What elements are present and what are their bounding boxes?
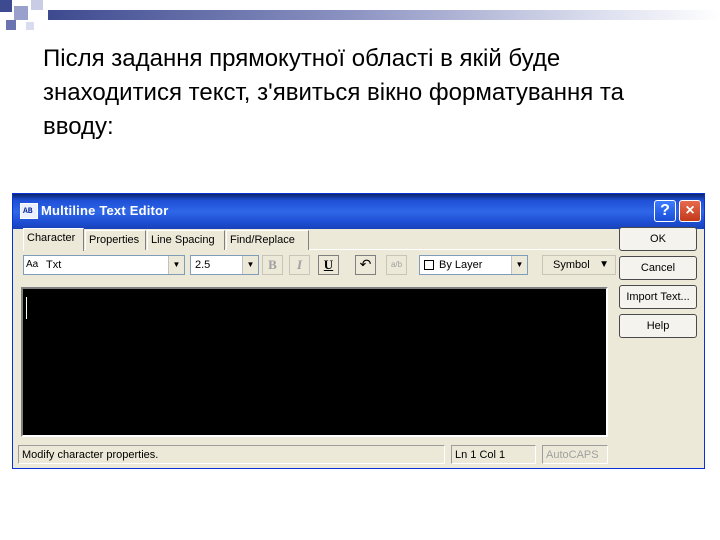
font-icon: Aa <box>26 259 39 270</box>
text-height-value: 2.5 <box>195 259 211 271</box>
color-swatch <box>424 260 434 270</box>
multiline-text-editor-window: AB Multiline Text Editor ? × Character P… <box>12 193 705 469</box>
color-select[interactable]: By Layer ▼ <box>419 255 528 275</box>
text-edit-area[interactable] <box>21 287 608 437</box>
chevron-down-icon: ▼ <box>599 259 609 270</box>
deco-gradient-bar <box>48 10 720 20</box>
autocaps-indicator: AutoCAPS <box>542 445 608 464</box>
color-value: By Layer <box>439 259 483 271</box>
deco-square <box>14 6 28 20</box>
ok-button[interactable]: OK <box>619 227 697 251</box>
tab-properties[interactable]: Properties <box>85 230 146 250</box>
deco-square <box>31 0 43 10</box>
undo-button[interactable]: ↶ <box>355 255 376 275</box>
deco-square <box>0 0 12 12</box>
tab-character[interactable]: Character <box>23 228 84 251</box>
close-button[interactable]: × <box>679 200 701 222</box>
italic-button[interactable]: I <box>289 255 310 275</box>
tab-line-spacing[interactable]: Line Spacing <box>147 230 225 250</box>
chevron-down-icon: ▼ <box>511 256 527 274</box>
bold-button[interactable]: B <box>262 255 283 275</box>
cancel-button[interactable]: Cancel <box>619 256 697 280</box>
underline-button[interactable]: U <box>318 255 339 275</box>
help-title-button[interactable]: ? <box>654 200 676 222</box>
cursor-position: Ln 1 Col 1 <box>451 445 536 464</box>
deco-square <box>6 20 16 30</box>
deco-square <box>26 22 34 30</box>
slide-decoration <box>0 0 720 30</box>
font-select[interactable]: Aa Txt ▼ <box>23 255 185 275</box>
tab-find-replace[interactable]: Find/Replace <box>226 230 309 250</box>
stack-button[interactable]: a/b <box>386 255 407 275</box>
symbol-button[interactable]: Symbol ▼ <box>542 255 616 275</box>
app-icon: AB <box>20 203 38 219</box>
slide-paragraph: Після задання прямокутної області в якій… <box>43 45 624 140</box>
help-button[interactable]: Help <box>619 314 697 338</box>
status-message: Modify character properties. <box>18 445 445 464</box>
chevron-down-icon: ▼ <box>242 256 258 274</box>
font-value: Txt <box>46 259 62 271</box>
title-bar[interactable]: AB Multiline Text Editor ? × <box>13 194 704 229</box>
chevron-down-icon: ▼ <box>168 256 184 274</box>
symbol-label: Symbol <box>553 259 590 271</box>
window-title: Multiline Text Editor <box>41 203 169 218</box>
text-height-select[interactable]: 2.5 ▼ <box>190 255 259 275</box>
text-caret <box>26 297 27 319</box>
import-text-button[interactable]: Import Text... <box>619 285 697 309</box>
